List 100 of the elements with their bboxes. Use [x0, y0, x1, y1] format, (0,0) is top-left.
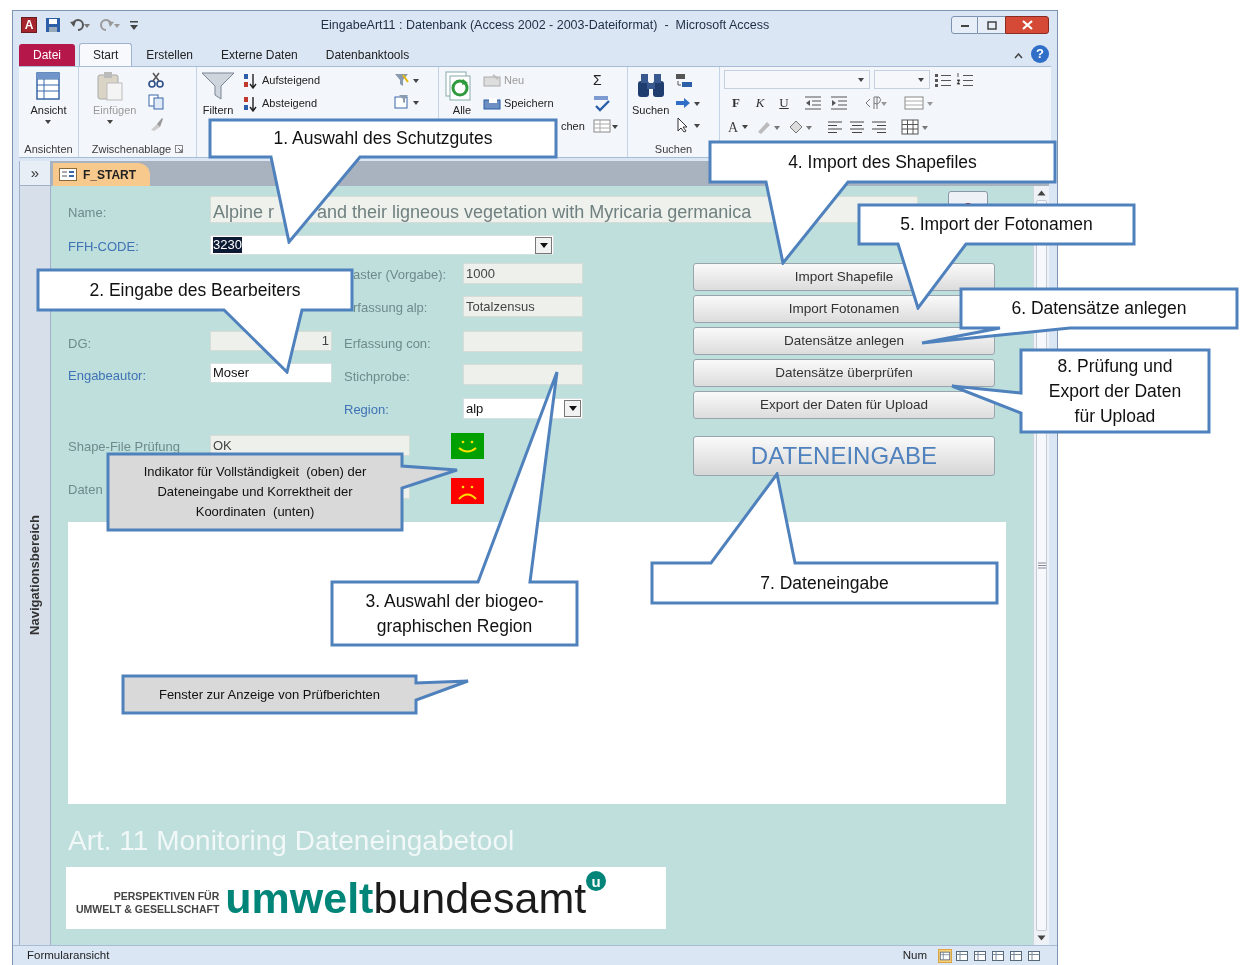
form-button[interactable]: Datensätze anlegen	[693, 327, 995, 355]
close-icon	[1021, 20, 1033, 30]
help-icon[interactable]: ?	[1031, 45, 1049, 63]
increase-indent-icon[interactable]	[830, 94, 848, 111]
refresh-icon	[443, 71, 473, 101]
numbered-list-icon[interactable]	[956, 71, 974, 88]
input-field[interactable]	[463, 364, 583, 385]
sort-arrow-icon	[243, 72, 259, 89]
filter-options-icon[interactable]	[394, 72, 420, 88]
sort-arrow-icon	[243, 95, 259, 112]
bullet-list-icon[interactable]	[934, 71, 952, 88]
callout-tooltip: 8. Prüfung und Export der Daten für Upload	[950, 348, 1211, 434]
minimize-button[interactable]	[951, 16, 978, 34]
caret-icon	[44, 119, 53, 125]
field-label: Erfassung con:	[344, 335, 431, 353]
ribbon-tab[interactable]: Datei	[19, 44, 75, 66]
view-button[interactable]: Ansicht	[30, 71, 67, 141]
pivot-chart-icon[interactable]	[991, 948, 1005, 963]
sum-button[interactable]: Σ	[593, 72, 602, 89]
align-left-icon[interactable]	[827, 120, 844, 134]
group-label: Ansichten	[24, 141, 73, 157]
record-button[interactable]: Speichern	[483, 95, 587, 112]
record-button[interactable]: chen	[561, 118, 587, 135]
ribbon-tab[interactable]: Erstellen	[132, 43, 208, 66]
callout-tooltip: 6. Datensätze anlegen	[920, 287, 1239, 345]
caret-icon	[105, 119, 114, 125]
customize-icon[interactable]	[129, 18, 139, 32]
form-icon	[59, 168, 77, 181]
sort-button[interactable]: Absteigend	[243, 95, 321, 112]
field-label: Region:	[344, 401, 389, 419]
clipboard-icon	[94, 71, 125, 101]
ribbon-tab[interactable]: Externe Daten	[207, 43, 312, 66]
replace-icon[interactable]	[675, 72, 694, 89]
form-view-icon[interactable]	[938, 948, 952, 963]
combo-box[interactable]: 3230	[210, 235, 554, 255]
form-button[interactable]: Datensätze überprüfen	[693, 359, 995, 387]
caret-icon	[857, 76, 865, 83]
navigation-pane-label[interactable]: Navigationsbereich	[25, 515, 45, 635]
window-title: EingabeArt11 : Datenbank (Access 2002 - 2003-Dateiformat) - Microsoft Access	[319, 16, 771, 34]
field-label: DG:	[68, 335, 92, 353]
callout-tooltip: 7. Dateneingabe	[650, 472, 999, 605]
find-button[interactable]: Suchen	[632, 71, 670, 141]
filter-button[interactable]: Filtern	[201, 71, 235, 141]
input-field[interactable]: Moser	[210, 363, 332, 383]
format-button[interactable]: U	[776, 93, 792, 113]
field-label: FFH-CODE:	[68, 238, 139, 256]
caret-icon	[917, 76, 925, 83]
highlight-icon[interactable]	[755, 119, 782, 135]
fill-color-icon[interactable]	[787, 119, 814, 135]
save-icon[interactable]	[45, 17, 61, 33]
maximize-button[interactable]	[978, 16, 1005, 34]
close-button[interactable]	[1005, 16, 1049, 34]
spelling-icon[interactable]	[593, 95, 611, 112]
save-record-icon	[483, 96, 501, 111]
ribbon-tab[interactable]: Start	[79, 43, 133, 66]
layout-view-icon[interactable]	[1009, 948, 1023, 963]
undo-icon[interactable]	[69, 17, 91, 33]
dropdown-arrow-icon	[568, 406, 577, 411]
field-label: Name:	[68, 204, 107, 222]
input-field[interactable]: Totalzensus	[463, 296, 583, 317]
scroll-down-icon[interactable]	[1037, 935, 1046, 941]
app-icon[interactable]: A	[21, 17, 37, 33]
paragraph-icon[interactable]	[864, 94, 888, 111]
scissors-icon[interactable]	[148, 72, 165, 88]
input-field[interactable]: 1000	[463, 263, 583, 284]
restore-icon	[986, 20, 997, 30]
document-tab[interactable]: F_START	[53, 163, 151, 186]
design-view-icon[interactable]	[1027, 948, 1041, 963]
status-text: Formularansicht	[27, 947, 110, 963]
datasheet-view-icon[interactable]	[955, 948, 969, 963]
field-label: Daten	[68, 481, 103, 499]
sort-button[interactable]: Aufsteigend	[243, 72, 321, 89]
dropdown-arrow-icon	[539, 242, 548, 248]
funnel-icon	[201, 71, 235, 101]
filter-form-icon[interactable]	[394, 94, 420, 110]
input-field[interactable]	[463, 331, 583, 352]
new-record-icon	[483, 73, 501, 88]
expand-button[interactable]: »	[20, 161, 50, 186]
form-button[interactable]: Export der Daten für Upload	[693, 391, 995, 419]
minimize-icon	[959, 22, 970, 28]
collapse-ribbon-icon[interactable]	[1014, 53, 1023, 59]
font-color-button[interactable]: A	[728, 116, 750, 138]
align-right-icon[interactable]	[871, 120, 888, 134]
ribbon-tab[interactable]: Datenbanktools	[311, 43, 424, 66]
format-button[interactable]: F	[728, 93, 744, 113]
decrease-indent-icon[interactable]	[804, 94, 822, 111]
table-grid-icon[interactable]	[901, 119, 930, 135]
field-label: rfassung alp:	[353, 299, 428, 317]
align-center-icon[interactable]	[849, 120, 866, 134]
cursor-icon[interactable]	[675, 117, 702, 133]
go-to-icon[interactable]	[675, 95, 702, 111]
caret-icon	[741, 124, 750, 130]
field-label: aster (Vorgabe):	[353, 266, 447, 284]
copy-icon[interactable]	[148, 94, 165, 110]
status-text: Num	[902, 947, 927, 963]
format-button[interactable]: K	[752, 93, 768, 113]
more-options-icon[interactable]	[593, 118, 619, 134]
pivot-table-icon[interactable]	[973, 948, 987, 963]
field-label: Stichprobe:	[344, 368, 410, 386]
dialog-launcher-icon[interactable]	[175, 145, 184, 153]
